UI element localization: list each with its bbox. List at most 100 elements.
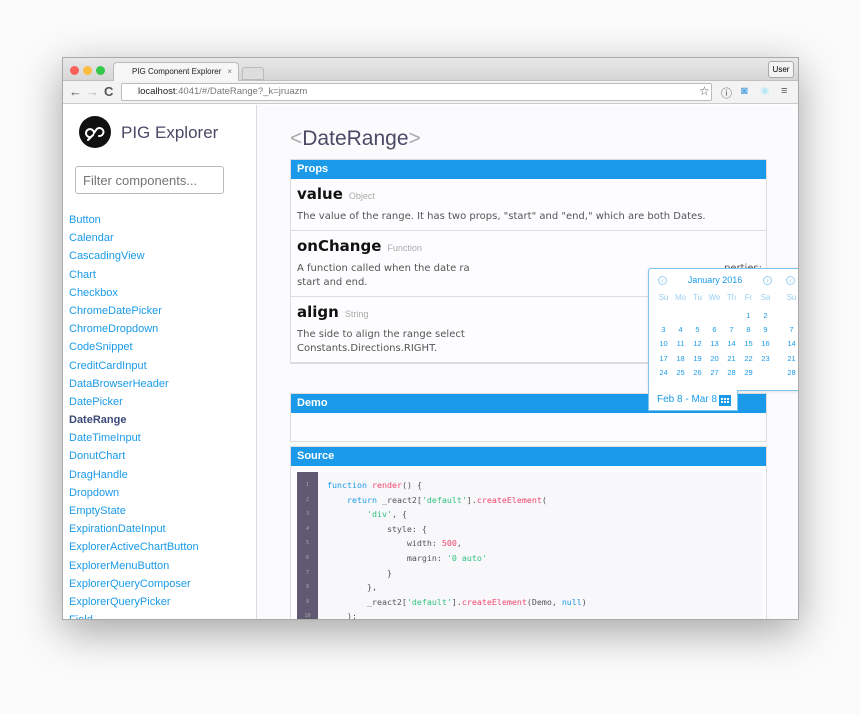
calendar-day[interactable]: 27 [706, 368, 723, 382]
calendar-day[interactable]: 7 [783, 325, 798, 339]
menu-icon[interactable]: ≡ [781, 85, 787, 97]
calendar-day[interactable]: 19 [689, 354, 706, 368]
code-token: margin: [327, 553, 447, 563]
calendar-day[interactable]: 20 [706, 354, 723, 368]
sidebar-item-explorerquerycomposer[interactable]: ExplorerQueryComposer [69, 577, 199, 595]
sidebar-item-dropdown[interactable]: Dropdown [69, 486, 199, 504]
code-token: createElement [461, 596, 527, 607]
close-tab-icon[interactable]: × [227, 63, 232, 81]
calendar-day[interactable]: 13 [706, 339, 723, 353]
code-token: ]. [466, 494, 477, 505]
calendar-day[interactable]: 16 [757, 339, 774, 353]
calendar-day[interactable]: 21 [723, 354, 740, 368]
sidebar-item-cascadingview[interactable]: CascadingView [69, 249, 199, 267]
brand-name: PIG Explorer [121, 123, 219, 142]
calendar-day[interactable]: 17 [655, 354, 672, 368]
calendar-day[interactable]: 25 [672, 368, 689, 382]
code-line: }, [327, 582, 377, 592]
calendar-day[interactable]: 4 [672, 325, 689, 339]
code-token: 'div' [366, 509, 392, 520]
calendar-day[interactable]: 24 [655, 368, 672, 382]
close-window-button[interactable] [70, 66, 79, 75]
calendar-day[interactable]: 6 [706, 325, 723, 339]
calendar-day[interactable]: 15 [740, 339, 757, 353]
calendar-day[interactable]: 5 [689, 325, 706, 339]
user-button[interactable]: User [768, 61, 794, 78]
calendar-day[interactable]: 23 [757, 354, 774, 368]
next-month-icon[interactable]: › [763, 276, 772, 285]
prev-month-icon[interactable]: ‹ [658, 276, 667, 285]
line-number: 3 [305, 511, 309, 518]
sidebar: PIG Explorer ButtonCalendarCascadingView… [63, 105, 257, 619]
filter-components-input[interactable] [75, 166, 224, 194]
sidebar-item-datepicker[interactable]: DatePicker [69, 395, 199, 413]
calendar-day[interactable]: 1 [740, 311, 757, 325]
new-tab-button[interactable] [242, 67, 264, 80]
code-token: } [327, 567, 392, 578]
star-icon[interactable]: ☆ [699, 84, 710, 98]
forward-icon[interactable]: → [86, 84, 99, 99]
calendar-day[interactable]: 28 [723, 368, 740, 382]
sidebar-item-databrowserheader[interactable]: DataBrowserHeader [69, 377, 199, 395]
sidebar-item-chromedatepicker[interactable]: ChromeDatePicker [69, 304, 199, 322]
sidebar-item-field[interactable]: Field [69, 613, 199, 619]
sidebar-item-codesnippet[interactable]: CodeSnippet [69, 340, 199, 358]
react-extension-icon[interactable]: ⚛ [760, 85, 770, 98]
sidebar-item-creditcardinput[interactable]: CreditCardInput [69, 359, 199, 377]
date-range-toggle[interactable]: Feb 8 - Mar 8 [648, 390, 738, 411]
code-line: 'div', { [327, 509, 407, 519]
code-token: _react2[ [327, 596, 407, 607]
pig-logo [79, 116, 111, 148]
calendar-day[interactable]: 3 [655, 325, 672, 339]
camera-extension-icon[interactable]: ◙ [741, 85, 748, 97]
maximize-window-button[interactable] [96, 66, 105, 75]
calendar-day[interactable]: 26 [689, 368, 706, 382]
prop-type: String [344, 309, 369, 319]
calendar-day[interactable]: 29 [740, 368, 757, 382]
sidebar-item-emptystate[interactable]: EmptyState [69, 504, 199, 522]
sidebar-item-expirationdateinput[interactable]: ExpirationDateInput [69, 522, 199, 540]
calendar-day[interactable]: 14 [723, 339, 740, 353]
address-bar[interactable]: localhost:4041/#/DateRange?_k=jruazm [121, 83, 712, 101]
info-icon[interactable]: ⓘ [721, 85, 732, 101]
sidebar-item-checkbox[interactable]: Checkbox [69, 286, 199, 304]
prev-month-icon[interactable]: ‹ [786, 276, 795, 285]
calendar-day[interactable]: 12 [689, 339, 706, 353]
sidebar-item-exploreractivechartbutton[interactable]: ExplorerActiveChartButton [69, 540, 199, 558]
empty-day [655, 311, 672, 325]
code-token: 'default' [421, 494, 467, 505]
browser-tab[interactable]: PIG Component Explorer × [113, 62, 239, 82]
calendar-day[interactable]: 21 [783, 354, 798, 368]
calendar-day[interactable]: 2 [757, 311, 774, 325]
sidebar-item-draghandle[interactable]: DragHandle [69, 468, 199, 486]
back-icon[interactable]: ← [69, 84, 82, 99]
line-number: 9 [305, 598, 309, 605]
sidebar-item-explorerquerypicker[interactable]: ExplorerQueryPicker [69, 595, 199, 613]
code-token: '0 auto' [446, 553, 487, 563]
calendar-day[interactable]: 7 [723, 325, 740, 339]
calendar-day[interactable]: 18 [672, 354, 689, 368]
sidebar-item-explorermenubutton[interactable]: ExplorerMenuButton [69, 559, 199, 577]
empty-day [672, 311, 689, 325]
sidebar-item-daterange[interactable]: DateRange [69, 413, 199, 431]
calendar-day[interactable]: 11 [672, 339, 689, 353]
weekday-label: Fr [744, 293, 753, 302]
reload-icon[interactable]: C [104, 84, 113, 99]
props-header: Props [291, 160, 766, 179]
calendar-day[interactable]: 28 [783, 368, 798, 382]
sidebar-item-calendar[interactable]: Calendar [69, 231, 199, 249]
calendar-day[interactable]: 14 [783, 339, 798, 353]
calendar-day[interactable]: 8 [740, 325, 757, 339]
browser-window: PIG Component Explorer × User ← → C local… [62, 57, 799, 620]
sidebar-item-chromedropdown[interactable]: ChromeDropdown [69, 322, 199, 340]
calendar-day[interactable]: 9 [757, 325, 774, 339]
calendar-day[interactable]: 10 [655, 339, 672, 353]
title-bracket: < [290, 127, 303, 150]
minimize-window-button[interactable] [83, 66, 92, 75]
sidebar-item-chart[interactable]: Chart [69, 268, 199, 286]
sidebar-item-donutchart[interactable]: DonutChart [69, 449, 199, 467]
calendar-day[interactable]: 22 [740, 354, 757, 368]
sidebar-item-datetimeinput[interactable]: DateTimeInput [69, 431, 199, 449]
sidebar-item-button[interactable]: Button [69, 213, 199, 231]
title-text: DateRange [302, 127, 409, 150]
